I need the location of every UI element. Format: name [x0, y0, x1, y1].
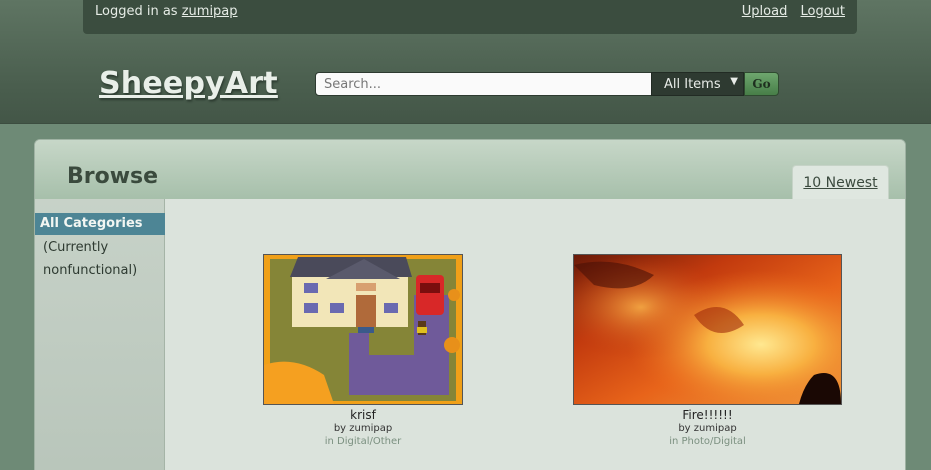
- logged-in-label: Logged in as: [95, 4, 178, 19]
- item-author: by zumipap: [333, 423, 393, 434]
- user-bar: Logged in as zumipap Upload Logout: [83, 0, 857, 34]
- logout-link[interactable]: Logout: [800, 4, 845, 19]
- username-link[interactable]: zumipap: [182, 4, 238, 19]
- gallery-grid: krisf by zumipap in Digital/Other Fire!!…: [165, 199, 905, 470]
- house-pixel-art-thumbnail[interactable]: [263, 254, 463, 405]
- fire-photo-icon: [574, 255, 841, 404]
- gallery-item: krisf by zumipap in Digital/Other: [263, 254, 463, 447]
- category-note: (Currently nonfunctional): [43, 240, 138, 278]
- sidebar-item-all-categories[interactable]: All Categories: [35, 213, 165, 235]
- browse-header: Browse 10 Newest: [35, 140, 905, 200]
- tab-10-newest[interactable]: 10 Newest: [792, 165, 889, 200]
- fire-photo-thumbnail[interactable]: [573, 254, 842, 405]
- site-header: Logged in as zumipap Upload Logout Sheep…: [0, 0, 931, 124]
- site-logo[interactable]: SheepyArt: [99, 66, 278, 101]
- search-scope-select[interactable]: All Items ▼: [651, 72, 744, 96]
- house-pixel-art-icon: [264, 255, 462, 404]
- user-links: Upload Logout: [733, 4, 845, 19]
- chevron-down-icon: ▼: [730, 76, 738, 87]
- search-scope-value: All Items: [664, 77, 721, 92]
- search-go-button[interactable]: Go: [744, 72, 779, 96]
- item-category: in Photo/Digital: [669, 436, 746, 447]
- upload-link[interactable]: Upload: [742, 4, 788, 19]
- search-input[interactable]: [315, 72, 652, 96]
- browse-panel: Browse 10 Newest All Categories (Current…: [34, 139, 906, 470]
- item-category: in Digital/Other: [324, 436, 402, 447]
- page-title: Browse: [67, 164, 159, 189]
- item-author: by zumipap: [678, 423, 737, 434]
- category-sidebar: All Categories (Currently nonfunctional): [35, 199, 165, 470]
- item-title[interactable]: Fire!!!!!!: [573, 408, 842, 422]
- item-title[interactable]: krisf: [263, 408, 463, 422]
- login-status: Logged in as zumipap: [95, 4, 238, 19]
- gallery-item: Fire!!!!!! by zumipap in Photo/Digital: [573, 254, 842, 447]
